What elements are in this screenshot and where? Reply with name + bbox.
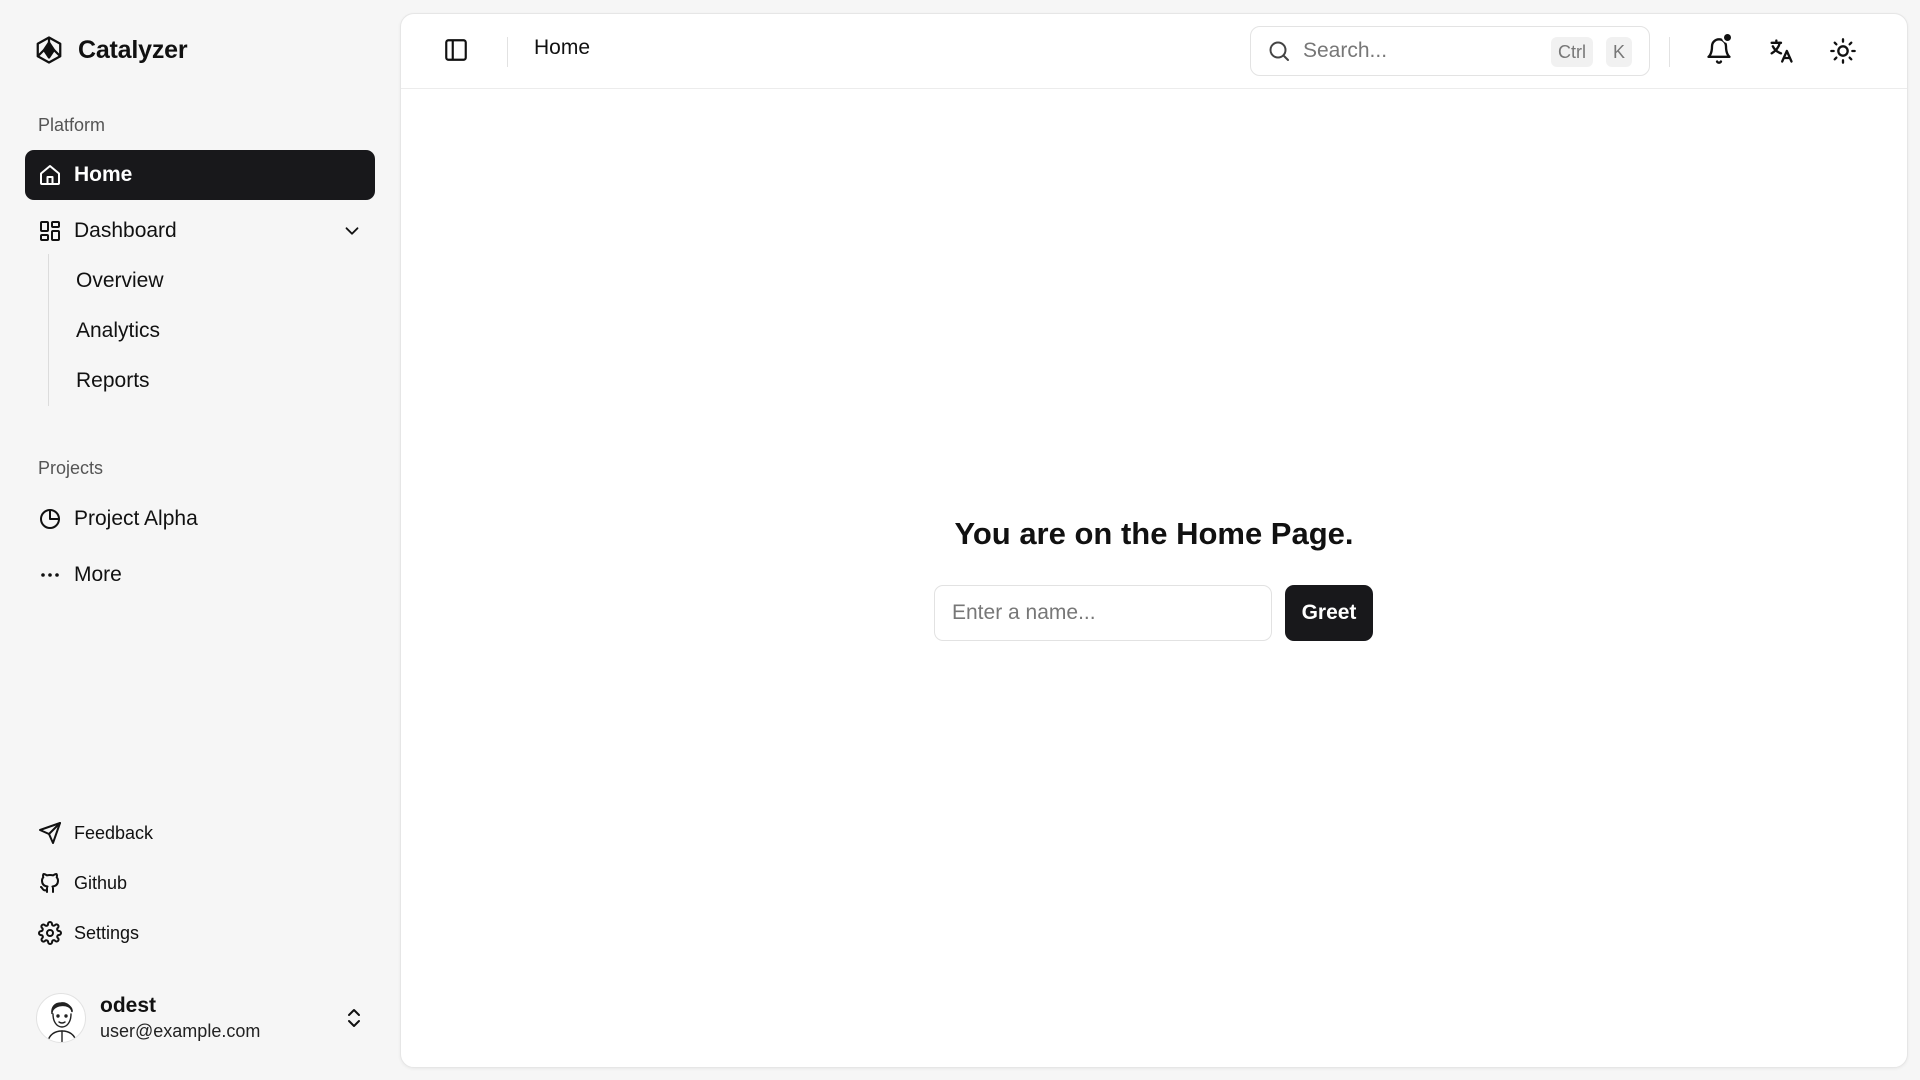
- chevron-down-icon[interactable]: [341, 220, 363, 242]
- sidebar-item-label: More: [74, 563, 122, 586]
- chevrons-up-down-icon: [342, 1006, 366, 1030]
- breadcrumb: Home: [534, 36, 591, 59]
- gear-icon: [38, 921, 62, 945]
- search-input[interactable]: Search... Ctrl K: [1250, 26, 1650, 76]
- topbar: Home Search... Ctrl K: [401, 14, 1907, 89]
- sidebar-item-feedback[interactable]: Feedback: [38, 819, 153, 847]
- sun-icon[interactable]: [1829, 37, 1857, 65]
- notification-dot: [1722, 32, 1733, 43]
- platform-group-label: Platform: [38, 115, 106, 135]
- more-horizontal-icon: [38, 563, 62, 587]
- divider: [1669, 37, 1670, 67]
- catalyzer-logo-icon: [34, 35, 64, 65]
- sidebar-item-label: Dashboard: [74, 219, 177, 242]
- greet-button[interactable]: Greet: [1285, 585, 1373, 641]
- sidebar-item-label: Github: [74, 872, 128, 893]
- shortcut-key-k: K: [1606, 37, 1633, 67]
- page-title: You are on the Home Page.: [954, 516, 1354, 551]
- sidebar-item-home[interactable]: Home: [25, 150, 375, 200]
- search-icon: [1267, 39, 1291, 63]
- translate-icon[interactable]: [1767, 37, 1795, 65]
- sidebar-item-settings[interactable]: Settings: [38, 919, 139, 947]
- home-icon: [38, 163, 62, 187]
- dashboard-icon: [38, 219, 62, 243]
- shortcut-key-ctrl: Ctrl: [1551, 37, 1593, 67]
- sidebar-subitem-overview[interactable]: Overview: [76, 266, 164, 296]
- user-name: odest: [100, 994, 157, 1017]
- sidebar-item-label: Settings: [74, 922, 140, 943]
- sidebar-item-label: Home: [74, 163, 133, 186]
- brand-name: Catalyzer: [78, 35, 188, 64]
- sidebar-toggle-icon[interactable]: [443, 37, 469, 63]
- sidebar-subitem-analytics[interactable]: Analytics: [76, 316, 160, 346]
- avatar: [36, 993, 86, 1043]
- search-placeholder: Search...: [1303, 39, 1388, 62]
- sidebar-item-label: Project Alpha: [74, 507, 198, 530]
- sidebar-item-more[interactable]: More: [25, 550, 375, 600]
- divider: [507, 37, 508, 67]
- main-panel: Home Search... Ctrl K You are on the Hom…: [400, 13, 1908, 1068]
- user-email: user@example.com: [100, 1021, 261, 1041]
- brand[interactable]: Catalyzer: [34, 33, 188, 67]
- projects-group-label: Projects: [38, 458, 104, 478]
- user-info: odest user@example.com: [100, 993, 260, 1043]
- sidebar-item-project-alpha[interactable]: Project Alpha: [25, 494, 375, 544]
- sidebar-subitem-reports[interactable]: Reports: [76, 366, 150, 396]
- sidebar-item-github[interactable]: Github: [38, 869, 127, 897]
- send-icon: [38, 821, 62, 845]
- user-menu[interactable]: odest user@example.com: [36, 990, 366, 1046]
- github-icon: [38, 871, 62, 895]
- name-input[interactable]: [934, 585, 1272, 641]
- sidebar: Catalyzer Platform Home Dashboard Overvi…: [0, 0, 400, 1080]
- sidebar-item-dashboard[interactable]: Dashboard: [25, 206, 375, 256]
- submenu-rail: [48, 254, 49, 406]
- pie-chart-icon: [38, 507, 62, 531]
- sidebar-item-label: Feedback: [74, 822, 154, 843]
